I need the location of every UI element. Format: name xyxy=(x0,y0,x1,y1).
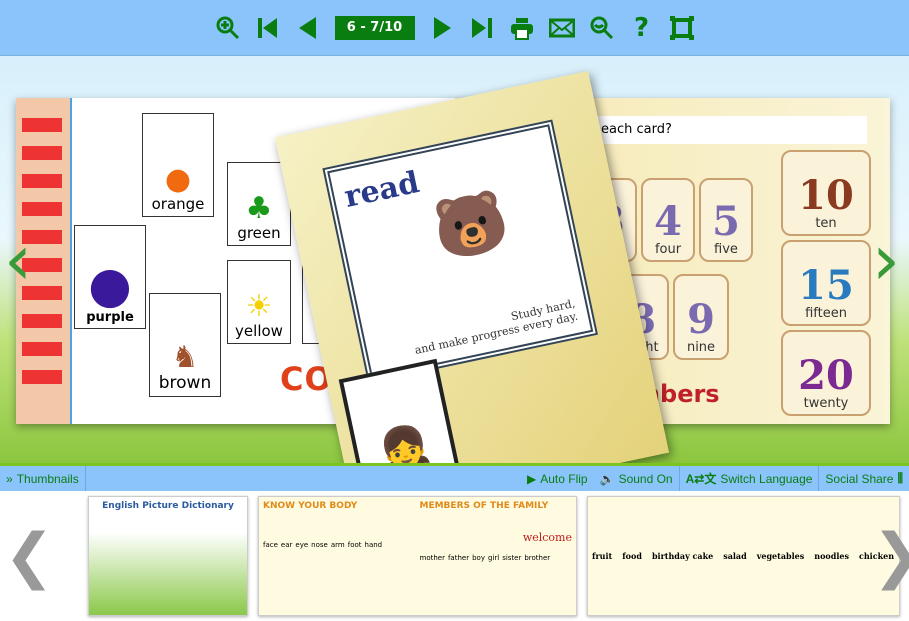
card-label: green xyxy=(237,224,281,242)
number-label: fifteen xyxy=(805,306,847,321)
thumbnails-prev-arrow[interactable]: ❮ xyxy=(4,521,54,591)
thumbnail-title: English Picture Dictionary xyxy=(102,501,234,511)
thumbnails-label: Thumbnails xyxy=(16,471,79,486)
welcome-label: welcome xyxy=(522,531,572,544)
number-card: 5 five xyxy=(699,178,753,262)
thumbnail-pages-2-3[interactable]: KNOW YOUR BODY face ear eye nose arm foot hand… xyxy=(258,496,577,616)
previous-page-arrow[interactable]: ‹ xyxy=(4,210,34,310)
thumb-label: father xyxy=(447,554,470,562)
caption: Study hard, and make progress every day. xyxy=(411,297,579,357)
social-share-label: Social Share xyxy=(825,471,894,486)
thumbnails-toggle[interactable]: » Thumbnails xyxy=(0,466,86,491)
switch-language-button[interactable]: A⇄文 Switch Language xyxy=(680,466,820,491)
share-icon: ⫼ xyxy=(897,471,903,485)
card-label: brown xyxy=(158,373,212,393)
zoom-in-icon[interactable] xyxy=(215,15,241,41)
card-label: orange xyxy=(151,195,205,213)
color-card-purple: ● purple xyxy=(74,225,146,329)
card-label: yellow xyxy=(235,322,283,340)
thumb-label: sister xyxy=(502,554,522,562)
number-card: 9 nine xyxy=(673,274,729,360)
last-page-icon[interactable] xyxy=(469,15,495,41)
number-label: ten xyxy=(815,216,837,231)
number-card: 20 twenty xyxy=(781,330,871,416)
number-card: 15 fifteen xyxy=(781,240,871,326)
print-icon[interactable] xyxy=(509,15,535,41)
number-label: nine xyxy=(686,340,716,355)
search-icon[interactable] xyxy=(589,15,615,41)
thumbnail-page-1[interactable]: English Picture Dictionary xyxy=(88,496,248,616)
next-page-icon[interactable] xyxy=(429,15,455,41)
thumbnail-heading: MEMBERS OF THE FAMILY xyxy=(419,501,549,511)
next-page-arrow[interactable]: › xyxy=(872,210,902,310)
digit: 9 xyxy=(687,296,715,343)
thumbnail-strip: ❮ English Picture Dictionary KNOW YOUR B… xyxy=(0,491,909,621)
thumb-label: boy xyxy=(472,554,485,562)
social-share-button[interactable]: Social Share ⫼ xyxy=(819,466,909,491)
thumb-label: vegetables xyxy=(756,551,805,561)
first-page-icon[interactable] xyxy=(255,15,281,41)
number-card: 4 four xyxy=(641,178,695,262)
play-icon: ▶ xyxy=(527,471,537,486)
toolbar: 6 - 7/10 ? xyxy=(0,0,909,56)
thumbnail-pages-4-5[interactable]: fruit food birthday cake salad vegetables noo… xyxy=(587,496,900,616)
auto-flip-label: Auto Flip xyxy=(540,471,588,486)
thumb-label: food xyxy=(622,551,642,561)
thumb-label: birthday cake xyxy=(651,551,714,561)
thumb-label: fruit xyxy=(592,551,613,561)
thumb-left: KNOW YOUR BODY face ear eye nose arm foot hand xyxy=(263,501,416,611)
number-label: five xyxy=(714,242,738,257)
fullscreen-icon[interactable] xyxy=(669,15,695,41)
bottom-bar: » Thumbnails ▶ Auto Flip 🔈 Sound On A⇄文 Swit… xyxy=(0,463,909,491)
thumb-label: noodles xyxy=(814,551,849,561)
number-label: four xyxy=(654,242,682,257)
digit: 10 xyxy=(798,172,854,219)
email-icon[interactable] xyxy=(548,15,575,41)
double-chevron-down-icon: » xyxy=(6,471,13,486)
thumb-label: hand xyxy=(364,541,383,549)
page-indicator[interactable]: 6 - 7/10 xyxy=(334,15,415,40)
previous-page-icon[interactable] xyxy=(295,15,321,41)
color-card-orange: ● orange xyxy=(142,113,214,217)
number-label: twenty xyxy=(803,396,849,411)
label-grid: mother father boy girl sister brother xyxy=(420,554,573,562)
thumb-label: ear xyxy=(280,541,293,549)
thumbnails-next-arrow[interactable]: ❯ xyxy=(872,521,909,591)
thumb-label: face xyxy=(263,541,278,549)
thumb-label: brother xyxy=(524,554,551,562)
sound-button[interactable]: 🔈 Sound On xyxy=(594,466,680,491)
question-text: each card? xyxy=(595,116,867,144)
thumbnail-heading: KNOW YOUR BODY xyxy=(263,501,358,511)
color-card-yellow: ☀ yellow xyxy=(227,260,291,344)
color-card-brown: ♞ brown xyxy=(149,293,221,397)
thumb-label: eye xyxy=(295,541,309,549)
digit: 5 xyxy=(712,198,740,245)
thumb-right: MEMBERS OF THE FAMILY welcome mother fath… xyxy=(420,501,573,611)
thumb-label: arm xyxy=(330,541,345,549)
digit: 15 xyxy=(798,262,854,309)
thumb-label: mother xyxy=(419,554,445,562)
thumb-label: foot xyxy=(347,541,362,549)
card-label: purple xyxy=(86,310,134,325)
read-card: read 🐻 Study hard, and make progress ever… xyxy=(322,119,599,384)
thumb-label: nose xyxy=(311,541,328,549)
switch-language-label: Switch Language xyxy=(720,471,813,486)
auto-flip-button[interactable]: ▶ Auto Flip xyxy=(521,466,594,491)
digit: 4 xyxy=(654,198,682,245)
speaker-icon: 🔈 xyxy=(599,471,615,486)
thumb-label: salad xyxy=(723,551,747,561)
thumb-label: girl xyxy=(487,554,500,562)
translate-icon: A⇄文 xyxy=(685,472,717,486)
sound-label: Sound On xyxy=(618,471,673,486)
help-icon[interactable]: ? xyxy=(629,13,655,43)
number-card: 10 ten xyxy=(781,150,871,236)
digit: 20 xyxy=(798,352,854,399)
color-card-green: ♣ green xyxy=(227,162,291,246)
label-grid: face ear eye nose arm foot hand xyxy=(263,541,416,549)
